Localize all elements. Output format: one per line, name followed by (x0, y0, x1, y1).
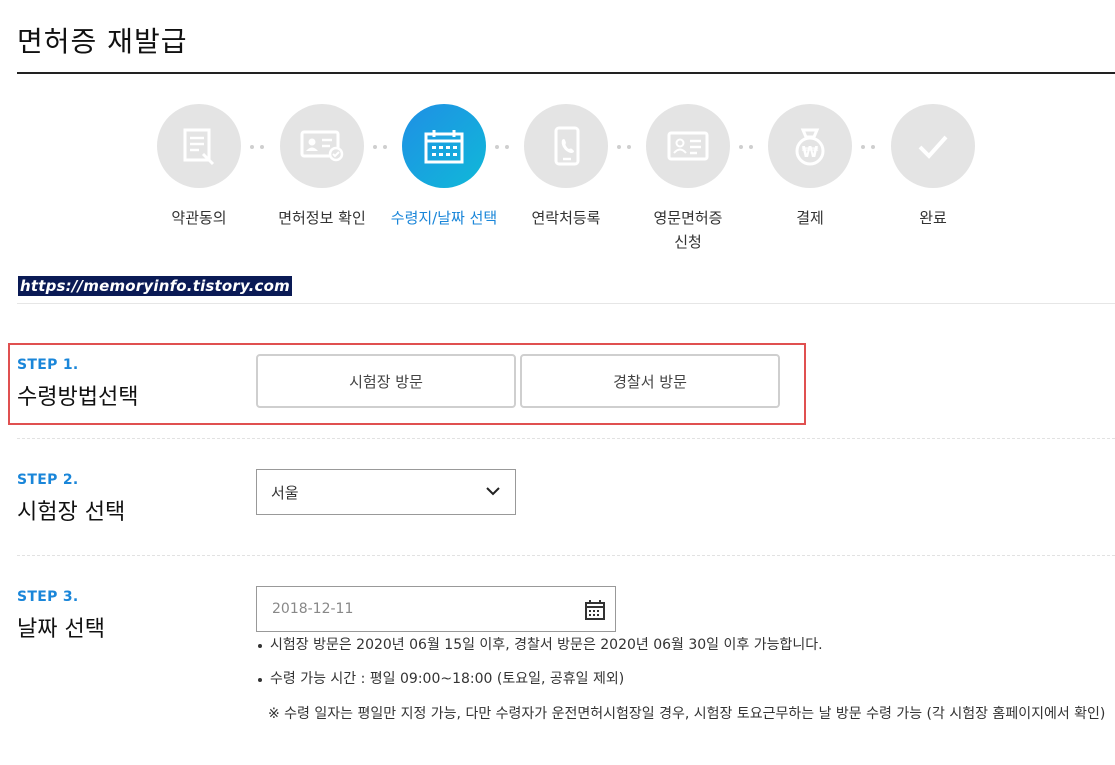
step2-number: STEP 2. (17, 472, 79, 488)
date-input[interactable] (272, 601, 552, 617)
step-label: 연락처등록 (531, 209, 601, 227)
step-label: 약관동의 (171, 209, 227, 227)
step3-header: STEP 3. 날짜 선택 (17, 589, 105, 643)
money-bag-icon: ₩ (768, 104, 852, 188)
progress-stepper: 약관동의 면허정보 확인 수령지/날짜 선택 연락처등록 영문면허증신청 ₩ (0, 100, 1115, 270)
note-available-date: 시험장 방문은 2020년 06월 15일 이후, 경찰서 방문은 2020년 … (256, 634, 823, 656)
police-station-visit-button[interactable]: 경찰서 방문 (520, 354, 780, 408)
title-divider (17, 72, 1115, 74)
note-pickup-hours: 수령 가능 시간 : 평일 09:00~18:00 (토요일, 공휴일 제외) (256, 668, 624, 690)
calendar-icon (402, 104, 486, 188)
check-icon (891, 104, 975, 188)
id-card-icon (646, 104, 730, 188)
step-contact: 연락처등록 (501, 100, 631, 230)
svg-text:₩: ₩ (802, 143, 819, 161)
step-label: 결제 (796, 209, 824, 227)
watermark-url: https://memoryinfo.tistory.com (18, 276, 292, 296)
section-divider (17, 438, 1115, 439)
step3-number: STEP 3. (17, 589, 79, 605)
step-payment: ₩ 결제 (745, 100, 875, 230)
document-edit-icon (157, 104, 241, 188)
step1-header: STEP 1. 수령방법선택 (17, 357, 138, 411)
step-license-info: 면허정보 확인 (257, 100, 387, 230)
step-label: 수령지/날짜 선택 (390, 209, 498, 227)
license-check-icon (280, 104, 364, 188)
step-complete: 완료 (868, 100, 998, 230)
note-remark: ※ 수령 일자는 평일만 지정 가능, 다만 수령자가 운전면허시험장일 경우,… (268, 706, 1106, 722)
step-english-license: 영문면허증 신청 (623, 100, 753, 254)
chevron-down-icon (485, 483, 501, 503)
test-center-visit-button[interactable]: 시험장 방문 (256, 354, 516, 408)
step2-header: STEP 2. 시험장 선택 (17, 472, 125, 526)
step-terms: 약관동의 (134, 100, 264, 230)
step1-title: 수령방법선택 (17, 385, 139, 410)
step-label: 영문면허증 신청 (653, 209, 723, 251)
step2-title: 시험장 선택 (17, 500, 126, 525)
test-center-select[interactable]: 서울 (256, 469, 516, 515)
step-label: 면허정보 확인 (278, 209, 366, 227)
step1-number: STEP 1. (17, 357, 79, 373)
section-divider (17, 303, 1115, 304)
step3-title: 날짜 선택 (17, 617, 105, 642)
date-picker[interactable] (256, 586, 616, 632)
section-divider (17, 555, 1115, 556)
page-title: 면허증 재발급 (17, 25, 188, 58)
step-pickup-date: 수령지/날짜 선택 (379, 100, 509, 230)
calendar-icon[interactable] (584, 599, 606, 625)
select-value: 서울 (271, 483, 299, 502)
phone-icon (524, 104, 608, 188)
step-label: 완료 (919, 209, 947, 227)
